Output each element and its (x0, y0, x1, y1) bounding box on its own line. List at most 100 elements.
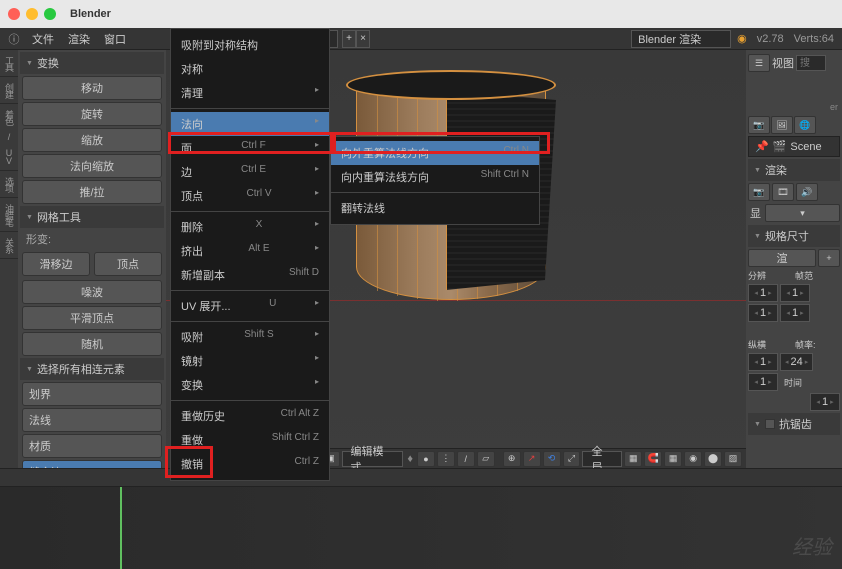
vtab-options[interactable]: 选项 (0, 171, 18, 198)
menu-item-顶点[interactable]: 顶点Ctrl V (171, 184, 329, 208)
menu-item-变换[interactable]: 变换 (171, 373, 329, 397)
menu-item-对称[interactable]: 对称 (171, 57, 329, 81)
dimensions-section-header[interactable]: 规格尺寸 (748, 225, 840, 247)
render-audio-btn[interactable]: 🔊 (796, 183, 818, 201)
select-mode-vertex[interactable]: ⋮ (437, 451, 455, 467)
menu-render[interactable]: 渲染 (62, 29, 96, 49)
aspect-y-field[interactable]: 1 (748, 373, 778, 391)
btn-scale[interactable]: 缩放 (22, 128, 162, 152)
display-dropdown[interactable]: ▾ (765, 204, 840, 222)
render-engine-dropdown[interactable]: Blender 渲染 (631, 30, 731, 48)
prop-tab-render[interactable]: 📷 (748, 116, 770, 134)
view-label[interactable]: 视图 (772, 55, 794, 71)
item-normal[interactable]: 法线 (22, 408, 162, 432)
item-boundary[interactable]: 划界 (22, 382, 162, 406)
layer-btn[interactable]: ▦ (624, 451, 642, 467)
btn-push-pull[interactable]: 推/拉 (22, 180, 162, 204)
version-label: v2.78 (753, 33, 788, 45)
render-preset-dropdown[interactable]: 渲 (748, 249, 816, 267)
menu-item-法向[interactable]: 法向 (171, 112, 329, 136)
btn-normal-scale[interactable]: 法向缩放 (22, 154, 162, 178)
time-field[interactable]: 1 (810, 393, 840, 411)
menu-item-面[interactable]: 面Ctrl F (171, 136, 329, 160)
maximize-window-button[interactable] (44, 8, 56, 20)
pin-icon[interactable]: 📌 (755, 140, 769, 153)
blender-logo-icon: ◉ (737, 32, 747, 45)
manipulator-rotate-icon[interactable]: ⟲ (543, 451, 561, 467)
occlude-icon[interactable]: ▨ (724, 451, 742, 467)
btn-random[interactable]: 随机 (22, 332, 162, 356)
playhead[interactable] (120, 487, 122, 569)
submenu-item-向外重算法线方向[interactable]: 向外重算法线方向Ctrl N (331, 141, 539, 165)
render-anim-btn[interactable]: 🎞 (772, 183, 794, 201)
frame-end-field[interactable]: 1 (780, 304, 810, 322)
res-y-field[interactable]: 1 (748, 304, 778, 322)
menu-item-撤销[interactable]: 撤销Ctrl Z (171, 452, 329, 476)
vtab-relations[interactable]: 关系 (0, 232, 18, 259)
prop-tab-layers[interactable]: 🖼 (771, 116, 793, 134)
menu-item-重做[interactable]: 重做Shift Ctrl Z (171, 428, 329, 452)
preset-add-btn[interactable]: + (818, 249, 840, 267)
menu-item-吸附[interactable]: 吸附Shift S (171, 325, 329, 349)
menu-window[interactable]: 窗口 (98, 29, 132, 49)
minimize-window-button[interactable] (26, 8, 38, 20)
mode-dropdown[interactable]: 编辑模式 (342, 451, 404, 467)
submenu-item-翻转法线[interactable]: 翻转法线 (331, 196, 539, 220)
shading-solid-icon[interactable]: ● (417, 451, 435, 467)
frame-start-field[interactable]: 1 (780, 284, 810, 302)
search-input[interactable] (796, 55, 826, 71)
menu-item-清理[interactable]: 清理 (171, 81, 329, 105)
submenu-item-向内重算法线方向[interactable]: 向内重算法线方向Shift Ctrl N (331, 165, 539, 189)
menu-item-UV 展开...[interactable]: UV 展开...U (171, 294, 329, 318)
panel-meshtools-header[interactable]: 网格工具 (20, 206, 164, 228)
fps-field[interactable]: 24 (780, 353, 813, 371)
pivot-icon[interactable]: ⊕ (503, 451, 521, 467)
panel-select-linked-header[interactable]: 选择所有相连元素 (20, 358, 164, 380)
close-window-button[interactable] (8, 8, 20, 20)
vtab-grease[interactable]: 油蜡笔 (0, 198, 18, 232)
scene-item[interactable]: 📌 🎬 Scene (748, 136, 840, 157)
antialias-section-header[interactable]: 抗锯齿 (748, 413, 840, 435)
item-material[interactable]: 材质 (22, 434, 162, 458)
menu-item-边[interactable]: 边Ctrl E (171, 160, 329, 184)
menu-item-删除[interactable]: 删除X (171, 215, 329, 239)
btn-smooth-vertex[interactable]: 平滑顶点 (22, 306, 162, 330)
outliner-icon[interactable]: ☰ (748, 54, 770, 72)
menu-item-吸附到对称结构[interactable]: 吸附到对称结构 (171, 33, 329, 57)
menu-item-镜射[interactable]: 镜射 (171, 349, 329, 373)
btn-noise[interactable]: 噪波 (22, 280, 162, 304)
antialias-checkbox[interactable] (765, 419, 775, 429)
snap-icon[interactable]: 🧲 (644, 451, 662, 467)
vtab-tools[interactable]: 工具 (0, 50, 18, 77)
render-section-header[interactable]: 渲染 (748, 159, 840, 181)
vtab-create[interactable]: 创建 (0, 77, 18, 104)
menu-item-重做历史[interactable]: 重做历史Ctrl Alt Z (171, 404, 329, 428)
vtab-shading[interactable]: 着色 / UV (0, 104, 18, 171)
prop-tab-scene[interactable]: 🌐 (794, 116, 816, 134)
deform-label: 形变: (20, 228, 164, 250)
select-mode-face[interactable]: ▱ (477, 451, 495, 467)
menu-item-挤出[interactable]: 挤出Alt E (171, 239, 329, 263)
panel-transform-header[interactable]: 变换 (20, 52, 164, 74)
btn-vertex[interactable]: 顶点 (94, 252, 162, 276)
btn-rotate[interactable]: 旋转 (22, 102, 162, 126)
res-x-field[interactable]: 1 (748, 284, 778, 302)
btn-edge-slide[interactable]: 滑移边 (22, 252, 90, 276)
menu-item-新增副本[interactable]: 新增副本Shift D (171, 263, 329, 287)
btn-translate[interactable]: 移动 (22, 76, 162, 100)
scene-add-remove[interactable]: +× (342, 30, 370, 48)
proportional-icon[interactable]: ◉ (684, 451, 702, 467)
manipulator-arrow-icon[interactable]: ↗ (523, 451, 541, 467)
menu-file[interactable]: 文件 (26, 29, 60, 49)
render-image-btn[interactable]: 📷 (748, 183, 770, 201)
timeline-editor[interactable] (0, 468, 842, 568)
select-mode-edge[interactable]: / (457, 451, 475, 467)
falloff-icon[interactable]: ⬤ (704, 451, 722, 467)
info-editor-icon[interactable]: ⓘ (4, 30, 24, 48)
item-seam[interactable]: 缝合边 (22, 460, 162, 468)
properties-panel: ☰ 视图 er 📷 🖼 🌐 📌 🎬 Scene 渲染 📷 🎞 🔊 显 ▾ 规格尺… (746, 50, 842, 468)
aspect-x-field[interactable]: 1 (748, 353, 778, 371)
manipulator-scale-icon[interactable]: ⤢ (563, 451, 581, 467)
orientation-dropdown[interactable]: 全局 (582, 451, 622, 467)
snap-type-icon[interactable]: ▦ (664, 451, 682, 467)
